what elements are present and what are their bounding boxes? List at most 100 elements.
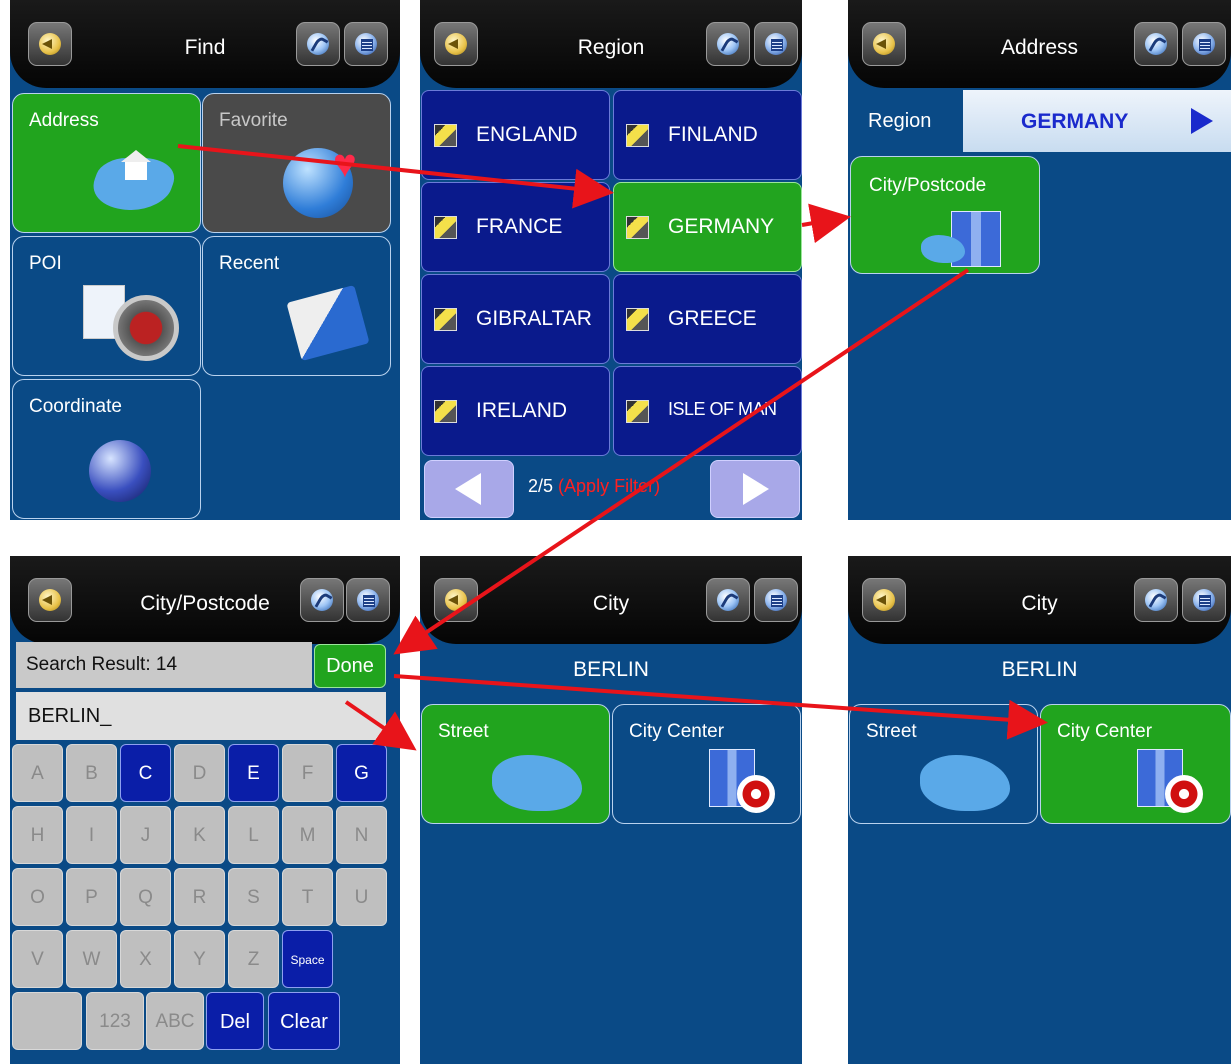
- prev-page-button[interactable]: [424, 460, 514, 518]
- key-abc[interactable]: ABC: [146, 992, 204, 1050]
- triangle-right-icon: [743, 473, 769, 505]
- street-button[interactable]: Street: [849, 704, 1038, 824]
- favorite-tile[interactable]: Favorite ♥: [202, 93, 391, 233]
- region-item-france[interactable]: FRANCE: [421, 182, 610, 272]
- key-space[interactable]: Space: [282, 930, 333, 988]
- menu-button[interactable]: [346, 578, 390, 622]
- search-result-text: Search Result: 14: [26, 654, 178, 675]
- key-o[interactable]: O: [12, 868, 63, 926]
- navigation-button[interactable]: [296, 22, 340, 66]
- key-b[interactable]: B: [66, 744, 117, 802]
- key-w[interactable]: W: [66, 930, 117, 988]
- key-clear[interactable]: Clear: [268, 992, 340, 1050]
- city-screen-center: City BERLIN Street City Center: [848, 556, 1231, 1064]
- navigation-button[interactable]: [1134, 22, 1178, 66]
- tile-label: City Center: [629, 721, 725, 742]
- region-item-finland[interactable]: FINLAND: [613, 90, 802, 180]
- key-m[interactable]: M: [282, 806, 333, 864]
- city-input[interactable]: BERLIN_: [16, 692, 386, 740]
- key-a[interactable]: A: [12, 744, 63, 802]
- navigation-button[interactable]: [706, 578, 750, 622]
- menu-button[interactable]: [344, 22, 388, 66]
- tile-label: City Center: [1057, 721, 1153, 742]
- key-p[interactable]: P: [66, 868, 117, 926]
- coordinate-tile[interactable]: Coordinate: [12, 379, 201, 519]
- magnifier-icon: [113, 295, 179, 361]
- region-item-isle-of-man[interactable]: ISLE OF MAN: [613, 366, 802, 456]
- menu-button[interactable]: [1182, 22, 1226, 66]
- play-arrow-icon: [1191, 108, 1213, 134]
- key-del[interactable]: Del: [206, 992, 264, 1050]
- header-bar: Region: [420, 0, 802, 88]
- key-z[interactable]: Z: [228, 930, 279, 988]
- flag-icon: [626, 400, 649, 423]
- region-value: GERMANY: [1021, 110, 1129, 133]
- tile-label: Coordinate: [29, 396, 122, 417]
- key-s[interactable]: S: [228, 868, 279, 926]
- region-item-gibraltar[interactable]: GIBRALTAR: [421, 274, 610, 364]
- city-screen-street: City BERLIN Street City Center: [420, 556, 802, 1064]
- key-j[interactable]: J: [120, 806, 171, 864]
- tile-label: Recent: [219, 253, 280, 274]
- key-d[interactable]: D: [174, 744, 225, 802]
- address-tile[interactable]: Address: [12, 93, 201, 233]
- key-n[interactable]: N: [336, 806, 387, 864]
- street-button[interactable]: Street: [421, 704, 610, 824]
- key-r[interactable]: R: [174, 868, 225, 926]
- navigation-button[interactable]: [1134, 578, 1178, 622]
- key-blank[interactable]: [12, 992, 82, 1050]
- recent-tile[interactable]: Recent: [202, 236, 391, 376]
- key-e[interactable]: E: [228, 744, 279, 802]
- key-i[interactable]: I: [66, 806, 117, 864]
- key-g[interactable]: G: [336, 744, 387, 802]
- next-page-button[interactable]: [710, 460, 800, 518]
- key-123[interactable]: 123: [86, 992, 144, 1050]
- header-bar: Find: [10, 0, 400, 88]
- region-item-ireland[interactable]: IRELAND: [421, 366, 610, 456]
- region-item-germany[interactable]: GERMANY: [613, 182, 802, 272]
- apply-filter-link[interactable]: (Apply Filter): [558, 476, 660, 496]
- navigation-button[interactable]: [706, 22, 750, 66]
- key-t[interactable]: T: [282, 868, 333, 926]
- key-h[interactable]: H: [12, 806, 63, 864]
- region-label: ENGLAND: [476, 123, 578, 146]
- navigation-icon: [307, 33, 329, 55]
- tile-label: Address: [29, 110, 99, 131]
- poi-tile[interactable]: POI: [12, 236, 201, 376]
- menu-button[interactable]: [754, 578, 798, 622]
- menu-icon: [765, 589, 787, 611]
- region-label: ISLE OF MAN: [668, 399, 777, 419]
- city-name: BERLIN: [1001, 658, 1078, 681]
- key-k[interactable]: K: [174, 806, 225, 864]
- navigation-button[interactable]: [300, 578, 344, 622]
- region-item-england[interactable]: ENGLAND: [421, 90, 610, 180]
- key-q[interactable]: Q: [120, 868, 171, 926]
- key-c[interactable]: C: [120, 744, 171, 802]
- done-button[interactable]: Done: [314, 644, 386, 688]
- target-icon: [737, 775, 775, 813]
- flag-icon: [434, 308, 457, 331]
- flag-icon: [434, 216, 457, 239]
- tile-label: POI: [29, 253, 62, 274]
- city-postcode-button[interactable]: City/Postcode: [850, 156, 1040, 274]
- region-item-greece[interactable]: GREECE: [613, 274, 802, 364]
- key-y[interactable]: Y: [174, 930, 225, 988]
- key-l[interactable]: L: [228, 806, 279, 864]
- address-screen: Address Region GERMANY City/Postcode: [848, 0, 1231, 520]
- city-center-button[interactable]: City Center: [612, 704, 801, 824]
- region-label: GERMANY: [668, 215, 775, 238]
- key-v[interactable]: V: [12, 930, 63, 988]
- city-center-button[interactable]: City Center: [1040, 704, 1231, 824]
- key-x[interactable]: X: [120, 930, 171, 988]
- flag-icon: [626, 216, 649, 239]
- menu-icon: [765, 33, 787, 55]
- key-u[interactable]: U: [336, 868, 387, 926]
- region-label: Region: [868, 110, 932, 132]
- key-f[interactable]: F: [282, 744, 333, 802]
- region-selector[interactable]: GERMANY: [963, 90, 1231, 152]
- screen-title: Find: [184, 36, 226, 59]
- find-screen: Find Address Favorite ♥ POI Recent Coord…: [10, 0, 400, 520]
- map-house-icon: [83, 138, 183, 218]
- menu-button[interactable]: [754, 22, 798, 66]
- menu-button[interactable]: [1182, 578, 1226, 622]
